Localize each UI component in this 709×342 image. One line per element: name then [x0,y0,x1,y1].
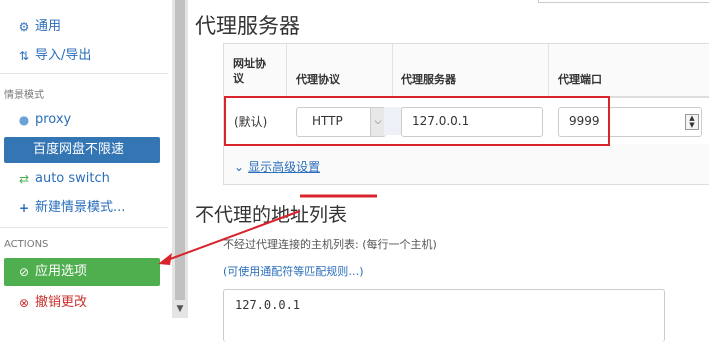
sidebar-item-label: 应用选项 [35,264,88,279]
sidebar-item-label: 导入/导出 [35,48,92,63]
sidebar-item-label: 新建情景模式... [35,200,126,215]
divider [0,73,168,74]
check-circle-icon: ⊘ [18,265,30,279]
sidebar-item-baidu[interactable]: 百度网盘不限速 [4,137,160,163]
bypass-title: 不代理的地址列表 [195,204,348,226]
gear-icon: ⚙ [18,20,30,34]
highlight-box [224,96,610,146]
sidebar-item-label: proxy [35,112,72,127]
section-actions-heading: ACTIONS [4,239,49,250]
header-scheme: 网址协 议 [233,57,266,85]
revert-changes-button[interactable]: ⊗ 撤销更改 [0,290,172,316]
divider [0,227,168,228]
sidebar-item-auto-switch[interactable]: ⇄ auto switch [0,166,172,192]
header-server: 代理服务器 [401,73,456,86]
switch-icon: ⇄ [18,172,30,186]
globe-icon: ● [18,113,30,127]
bypass-value: 127.0.0.1 [235,298,301,312]
sidebar-item-new-profile[interactable]: + 新建情景模式... [0,195,172,221]
header-protocol: 代理协议 [296,73,340,86]
page-title: 代理服务器 [195,14,300,38]
sidebar-item-label: 通用 [35,19,62,34]
header-port: 代理端口 [558,73,602,86]
show-advanced-label: 显示高级设置 [248,160,321,174]
sidebar-item-import-export[interactable]: ⇅ 导入/导出 [0,43,172,69]
top-control-edge [538,0,709,3]
wildcard-rules-link[interactable]: (可使用通配符等匹配规则…) [223,263,364,279]
sidebar-item-label: auto switch [35,171,110,186]
plus-icon: + [18,201,30,215]
chevron-down-icon[interactable]: ▼ [175,304,185,314]
scrollbar-thumb[interactable] [175,0,185,300]
bypass-list-textarea[interactable]: 127.0.0.1 [223,289,665,342]
bypass-description: 不经过代理连接的主机列表: (每行一个主机) [223,238,437,251]
section-profiles-heading: 情景模式 [4,90,44,101]
x-circle-icon: ⊗ [18,296,30,310]
apply-options-button[interactable]: ⊘ 应用选项 [4,258,160,286]
sidebar: ⚙ 通用 ⇅ 导入/导出 情景模式 ● proxy 百度网盘不限速 ⇄ auto… [0,0,172,341]
show-advanced-link[interactable]: ⌄ 显示高级设置 [234,158,320,175]
sidebar-item-general[interactable]: ⚙ 通用 [0,14,172,40]
table-header [224,44,709,98]
chevron-down-icon: ⌄ [234,160,245,174]
spinner-icon[interactable]: ▲ ▼ [685,114,699,130]
sidebar-item-label: 撤销更改 [35,295,88,310]
sidebar-item-proxy[interactable]: ● proxy [0,107,172,133]
sidebar-item-label: 百度网盘不限速 [33,142,125,157]
import-export-icon: ⇅ [18,49,30,63]
